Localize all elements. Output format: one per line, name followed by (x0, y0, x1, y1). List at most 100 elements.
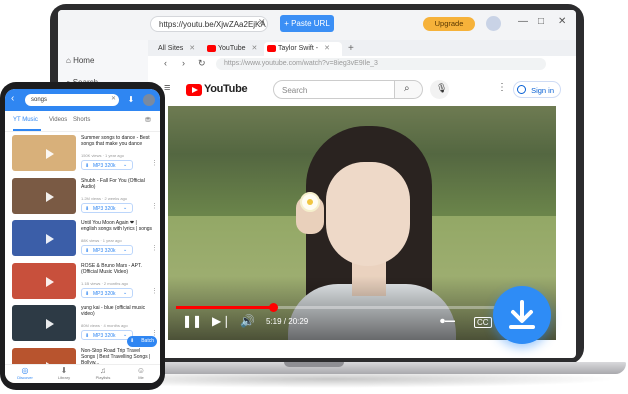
download-icon: ⬇ (85, 163, 90, 169)
close-icon[interactable]: ✕ (324, 45, 330, 52)
download-icon (509, 300, 535, 329)
close-window-button[interactable]: ✕ (558, 16, 566, 27)
video-thumbnail[interactable] (12, 305, 76, 341)
minimize-button[interactable]: — (518, 16, 528, 27)
list-item[interactable]: Shubh - Fall For You (Official Audio) 1.2… (5, 176, 160, 218)
tab-all-sites[interactable]: All Sites ✕ (152, 42, 204, 56)
phone-screen: ‹ songs ✕ ⬇ YT Music Videos Shorts ⛃ Sum… (5, 89, 160, 383)
search-icon: ⌕ (404, 83, 410, 94)
more-icon[interactable]: ⋮ (151, 159, 158, 167)
url-input[interactable]: https://youtu.be/XjwZAa2EjKA (150, 16, 268, 32)
youtube-search-input[interactable]: Search (273, 80, 395, 99)
video-thumbnail[interactable] (12, 135, 76, 171)
chevron-down-icon[interactable]: ⌄ (123, 247, 127, 253)
youtube-wordmark[interactable]: YouTube (204, 83, 248, 95)
back-icon[interactable]: ‹ (11, 93, 14, 104)
chevron-down-icon[interactable]: ⌄ (123, 290, 127, 296)
refresh-icon[interactable]: ↻ (198, 58, 206, 69)
video-thumbnail[interactable] (12, 220, 76, 256)
sidebar-item-home[interactable]: ⌂ Home (66, 56, 94, 65)
new-tab-button[interactable]: + (344, 42, 354, 56)
pause-icon[interactable]: ❚❚ (182, 314, 202, 328)
download-icon: ⬇ (85, 248, 90, 254)
menu-icon[interactable]: ≡ (164, 82, 170, 94)
laptop-notch (284, 362, 344, 367)
more-icon[interactable]: ⋮ (497, 82, 507, 93)
download-icon[interactable]: ⬇ (125, 94, 137, 106)
active-tab-indicator (13, 129, 41, 131)
play-icon (46, 234, 54, 244)
nav-playlists[interactable]: ♫ Playlists (87, 366, 119, 380)
video-title: Until You Moon Again ❤ | english songs w… (81, 220, 153, 232)
avatar[interactable] (143, 94, 155, 106)
play-icon (46, 191, 54, 202)
paste-url-button[interactable]: + Paste URL (280, 15, 334, 32)
tab-label: All Sites (158, 45, 184, 52)
next-icon[interactable]: ▶❘ (212, 314, 231, 328)
phone-header: ‹ songs ✕ ⬇ (5, 89, 160, 111)
tab-videos[interactable]: Videos (49, 117, 67, 123)
close-icon[interactable]: ✕ (252, 45, 258, 52)
mic-icon: 🎙 (436, 83, 448, 93)
more-icon[interactable]: ⋮ (151, 244, 158, 252)
more-icon[interactable]: ⋮ (151, 202, 158, 210)
progress-handle[interactable] (268, 303, 278, 312)
search-button[interactable]: ⌕ (395, 80, 423, 99)
address-bar[interactable]: https://www.youtube.com/watch?v=8ieg3vE9… (216, 58, 546, 70)
list-item[interactable]: ROSÉ & Bruno Mars - APT. (Official Music… (5, 261, 160, 303)
close-icon[interactable]: ✕ (258, 17, 266, 28)
library-icon: ⬇ (60, 366, 68, 375)
youtube-header: ≡ YouTube Search ⌕ 🎙 ⋮ Sign in (148, 72, 576, 104)
phone-search-input[interactable]: songs (25, 94, 119, 106)
back-icon[interactable]: ‹ (164, 58, 167, 68)
nav-library[interactable]: ⬇ Library (48, 366, 80, 380)
close-icon[interactable]: ✕ (189, 45, 195, 52)
video-meta: 150K views · 1 year ago (81, 153, 124, 158)
video-title: Shubh - Fall For You (Official Audio) (81, 177, 145, 190)
format-label: MP3 320k (93, 205, 116, 212)
nav-me[interactable]: ☺ Me (125, 366, 157, 380)
account-icon (517, 85, 526, 94)
batch-button[interactable]: ⬇ Batch (127, 336, 157, 347)
video-title: Non-Stop Road Trip Travel Songs | Best T… (81, 347, 151, 366)
captions-icon[interactable]: CC (474, 317, 492, 328)
tab-yt-music[interactable]: YT Music (13, 117, 38, 123)
tab-taylor-swift[interactable]: Taylor Swift - ✕ (264, 42, 342, 56)
chevron-down-icon[interactable]: ⌄ (123, 332, 127, 338)
tab-youtube[interactable]: YouTube ✕ (204, 42, 262, 56)
forward-icon[interactable]: › (182, 58, 185, 68)
list-item[interactable]: Until You Moon Again ❤ | english songs w… (5, 218, 160, 260)
download-icon: ⬇ (85, 205, 90, 212)
tab-label: YouTube (218, 45, 246, 52)
chevron-down-icon[interactable]: ⌄ (123, 205, 127, 211)
volume-icon[interactable]: 🔊 (240, 314, 255, 328)
sign-in-label: Sign in (531, 86, 554, 95)
format-label: MP3 320k (93, 248, 116, 254)
discover-icon: ◎ (21, 366, 29, 375)
youtube-icon (207, 45, 216, 52)
upgrade-button[interactable]: Upgrade (423, 17, 475, 31)
avatar[interactable] (486, 16, 501, 31)
play-icon (46, 149, 54, 159)
nav-discover[interactable]: ◎ Discover (9, 366, 41, 380)
format-label: MP3 320k (93, 333, 116, 339)
video-meta: 1.1B views · 2 months ago (81, 280, 129, 286)
browser-navbar: ‹ › ↻ https://www.youtube.com/watch?v=8i… (148, 56, 576, 72)
video-thumbnail[interactable] (12, 262, 76, 299)
upgrade-label: Upgrade (434, 19, 464, 28)
autoplay-toggle-icon[interactable]: ⏺━ (440, 316, 455, 327)
app-topbar: https://youtu.be/XjwZAa2EjKA ✕ + Paste U… (58, 10, 576, 41)
maximize-button[interactable]: □ (538, 16, 544, 27)
list-item[interactable]: Summer songs to dance - Best songs that … (5, 133, 160, 175)
close-icon[interactable]: ✕ (111, 95, 116, 102)
more-icon[interactable]: ⋮ (151, 287, 158, 295)
phone-tabs: YT Music Videos Shorts ⛃ (5, 111, 160, 132)
download-button[interactable] (493, 286, 551, 344)
nav-label: Library (57, 375, 71, 380)
video-thumbnail[interactable] (12, 177, 76, 214)
filter-icon[interactable]: ⛃ (145, 116, 151, 124)
mic-button[interactable]: 🎙 (430, 80, 449, 99)
time-display: 5:19 / 20:29 (266, 317, 309, 326)
tab-shorts[interactable]: Shorts (73, 117, 90, 123)
chevron-down-icon[interactable]: ⌄ (123, 162, 127, 168)
